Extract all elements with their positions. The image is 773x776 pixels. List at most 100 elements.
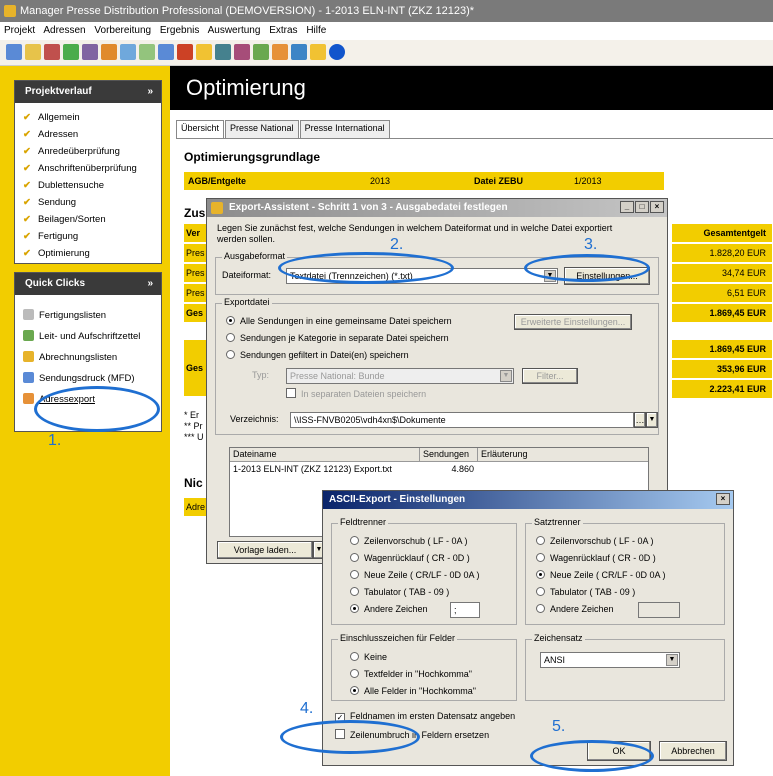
sidebar-item-adressen[interactable]: ✔ Adressen: [15, 126, 161, 143]
collapse-icon[interactable]: »: [147, 81, 153, 103]
sidebar-item-anschriften[interactable]: ✔ Anschriftenüberprüfung: [15, 160, 161, 177]
wrench-icon[interactable]: [44, 44, 60, 60]
menu-vorbereitung[interactable]: Vorbereitung: [94, 25, 151, 36]
feld-option-lf[interactable]: Zeilenvorschub ( LF - 0A ): [350, 536, 468, 546]
radio-kategorie[interactable]: Sendungen je Kategorie in separate Datei…: [226, 333, 449, 343]
projektverlauf-header[interactable]: Projektverlauf »: [15, 81, 161, 103]
report-icon[interactable]: [291, 44, 307, 60]
chevron-down-icon[interactable]: ▼: [500, 370, 512, 382]
open-folder-icon[interactable]: [25, 44, 41, 60]
tab-presse-international[interactable]: Presse International: [299, 120, 390, 138]
verzeichnis-input[interactable]: \\ISS-FNVB0205\vdh4xn$\Dokumente: [290, 412, 634, 428]
tab-uebersicht[interactable]: Übersicht: [176, 120, 225, 138]
column-header-sendungen[interactable]: Sendungen: [420, 448, 478, 461]
chevron-down-icon[interactable]: ▼: [646, 412, 658, 428]
section2-title: Zus: [184, 206, 206, 220]
agb-value: 2013: [370, 176, 391, 186]
quickclicks-header[interactable]: Quick Clicks »: [15, 273, 161, 295]
flag-icon[interactable]: [177, 44, 193, 60]
cancel-button[interactable]: Abbrechen: [659, 741, 727, 761]
sidebar-item-sendung[interactable]: ✔ Sendung: [15, 194, 161, 211]
mail-icon[interactable]: [234, 44, 250, 60]
check-icon: ✔: [23, 180, 31, 191]
column-header-erlaeuterung[interactable]: Erläuterung: [478, 448, 648, 461]
satz-option-lf[interactable]: Zeilenvorschub ( LF - 0A ): [536, 536, 654, 546]
table-row[interactable]: 1-2013 ELN-INT (ZKZ 12123) Export.txt 4.…: [230, 462, 648, 476]
typ-select[interactable]: Presse National: Bunde ▼: [286, 368, 514, 384]
footnotes: * Er ** Pr *** U: [184, 410, 204, 443]
tab-presse-national[interactable]: Presse National: [225, 120, 299, 138]
einschluss-alle[interactable]: Alle Felder in "Hochkomma": [350, 686, 476, 696]
close-icon[interactable]: ×: [716, 493, 730, 505]
quick-item-leitzettel[interactable]: Leit- und Aufschriftzettel: [15, 328, 161, 349]
maximize-icon[interactable]: □: [635, 201, 649, 213]
sidebar-item-anrede[interactable]: ✔ Anredeüberprüfung: [15, 143, 161, 160]
new-project-icon[interactable]: [6, 44, 22, 60]
feld-option-tab[interactable]: Tabulator ( TAB - 09 ): [350, 587, 449, 597]
radio-icon: [350, 669, 359, 678]
quick-item-label: Leit- und Aufschriftzettel: [39, 331, 141, 342]
feld-option-crlf[interactable]: Neue Zeile ( CR/LF - 0D 0A ): [350, 570, 480, 580]
sidebar-item-optimierung[interactable]: ✔ Optimierung: [15, 245, 161, 262]
radio-alle[interactable]: Alle Sendungen in eine gemeinsame Datei …: [226, 316, 452, 326]
zeichensatz-select[interactable]: ANSI ▼: [540, 652, 680, 668]
close-icon[interactable]: ×: [650, 201, 664, 213]
feld-option-cr[interactable]: Wagenrücklauf ( CR - 0D ): [350, 553, 470, 563]
radio-label: Alle Sendungen in eine gemeinsame Datei …: [240, 316, 452, 326]
people-icon[interactable]: [82, 44, 98, 60]
menu-hilfe[interactable]: Hilfe: [306, 25, 326, 36]
feld-other-input[interactable]: ;: [450, 602, 480, 618]
ascii-dialog-titlebar[interactable]: ASCII-Export - Einstellungen ×: [323, 491, 733, 509]
quick-item-label: Abrechnungslisten: [39, 352, 118, 363]
menu-projekt[interactable]: Projekt: [4, 25, 35, 36]
table-icon[interactable]: [253, 44, 269, 60]
radio-icon: [350, 570, 359, 579]
satz-option-cr[interactable]: Wagenrücklauf ( CR - 0D ): [536, 553, 656, 563]
address-icon[interactable]: [63, 44, 79, 60]
sidebar-item-dubletten[interactable]: ✔ Dublettensuche: [15, 177, 161, 194]
menu-adressen[interactable]: Adressen: [43, 25, 85, 36]
menu-auswertung[interactable]: Auswertung: [208, 25, 261, 36]
quick-item-fertigungslisten[interactable]: Fertigungslisten: [15, 307, 161, 328]
calendar-icon[interactable]: [272, 44, 288, 60]
collapse-icon[interactable]: »: [147, 273, 153, 295]
radio-gefiltert[interactable]: Sendungen gefiltert in Datei(en) speiche…: [226, 350, 409, 360]
sidebar-item-allgemein[interactable]: ✔ Allgemein: [15, 109, 161, 126]
list-icon[interactable]: [139, 44, 155, 60]
help-icon[interactable]: [329, 44, 345, 60]
vorlage-laden-button[interactable]: Vorlage laden...: [217, 541, 313, 559]
einschluss-keine[interactable]: Keine: [350, 652, 387, 662]
separate-files-checkbox[interactable]: In separaten Dateien speichern: [286, 388, 426, 399]
satz-option-crlf[interactable]: Neue Zeile ( CR/LF - 0D 0A ): [536, 570, 666, 580]
export-dialog-titlebar[interactable]: Export-Assistent - Schritt 1 von 3 - Aus…: [207, 199, 667, 217]
quick-item-label: Sendungsdruck (MFD): [39, 373, 135, 384]
satz-option-andere[interactable]: Andere Zeichen: [536, 604, 614, 614]
satz-other-input[interactable]: [638, 602, 680, 618]
filter-button[interactable]: Filter...: [522, 368, 578, 384]
chart-icon[interactable]: [158, 44, 174, 60]
print-icon[interactable]: [196, 44, 212, 60]
window-title-bar: Manager Presse Distribution Professional…: [0, 0, 773, 22]
sidebar-item-label: Fertigung: [38, 231, 79, 242]
einschluss-textfelder[interactable]: Textfelder in "Hochkomma": [350, 669, 472, 679]
ausgabeformat-label: Ausgabeformat: [222, 251, 288, 261]
footnote: ** Pr: [184, 421, 203, 431]
sidebar-item-fertigung[interactable]: ✔ Fertigung: [15, 228, 161, 245]
quick-item-abrechnung[interactable]: Abrechnungslisten: [15, 349, 161, 370]
chevron-down-icon[interactable]: ▼: [666, 654, 678, 666]
person-icon[interactable]: [101, 44, 117, 60]
erweiterte-einstellungen-button[interactable]: Erweiterte Einstellungen...: [514, 314, 632, 330]
satz-option-tab[interactable]: Tabulator ( TAB - 09 ): [536, 587, 635, 597]
star-icon[interactable]: [310, 44, 326, 60]
sidebar-item-beilagen[interactable]: ✔ Beilagen/Sorten: [15, 211, 161, 228]
minimize-icon[interactable]: _: [620, 201, 634, 213]
column-header-dateiname[interactable]: Dateiname: [230, 448, 420, 461]
app-icon: [211, 202, 223, 214]
menu-ergebnis[interactable]: Ergebnis: [160, 25, 199, 36]
export-icon[interactable]: [215, 44, 231, 60]
feld-option-andere[interactable]: Andere Zeichen: [350, 604, 428, 614]
menu-extras[interactable]: Extras: [269, 25, 297, 36]
document-icon[interactable]: [120, 44, 136, 60]
browse-button[interactable]: …: [634, 412, 646, 428]
check-icon: ✔: [23, 214, 31, 225]
